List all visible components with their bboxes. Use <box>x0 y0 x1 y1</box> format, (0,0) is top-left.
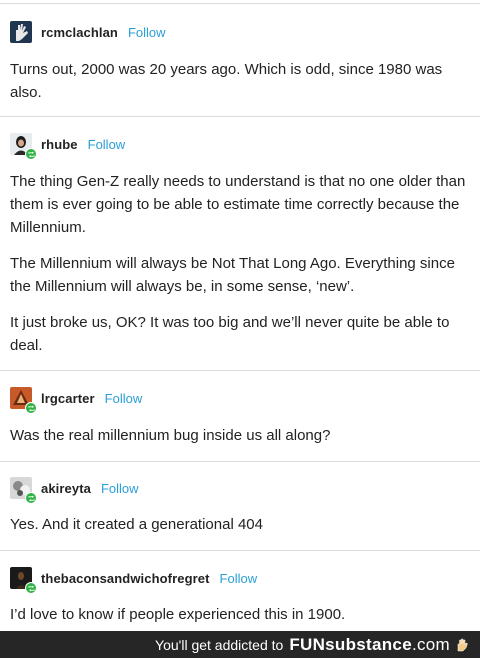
post-divider <box>0 461 480 462</box>
post-body: Was the real millennium bug inside us al… <box>10 424 470 447</box>
username[interactable]: akireyta <box>41 481 91 496</box>
follow-button[interactable]: Follow <box>105 391 143 406</box>
avatar[interactable] <box>10 387 37 414</box>
username[interactable]: lrgcarter <box>41 391 95 406</box>
brand-tld: .com <box>411 634 450 654</box>
post-header: rhube Follow <box>10 132 126 160</box>
footer-brand: FUNsubstance.com <box>289 635 450 655</box>
avatar[interactable] <box>10 567 37 594</box>
follow-button[interactable]: Follow <box>88 137 126 152</box>
reblog-icon <box>25 148 37 160</box>
post-header: lrgcarter Follow <box>10 386 143 414</box>
post-paragraph: The thing Gen-Z really needs to understa… <box>10 173 466 236</box>
reblog-icon <box>25 582 37 594</box>
post-divider <box>0 116 480 117</box>
post-body: The thing Gen-Z really needs to understa… <box>10 170 470 357</box>
brand-fun: FUN <box>289 634 326 654</box>
post-body: Turns out, 2000 was 20 years ago. Which … <box>10 58 470 104</box>
post-paragraph: Yes. And it created a generational 404 <box>10 516 263 533</box>
post-header: thebaconsandwichofregret Follow <box>10 566 258 594</box>
avatar[interactable] <box>10 21 32 43</box>
post-header: rcmclachlan Follow <box>10 20 166 44</box>
post-header: akireyta Follow <box>10 476 139 504</box>
post-divider <box>0 550 480 551</box>
post-body: Yes. And it created a generational 404 <box>10 513 470 536</box>
avatar[interactable] <box>10 133 37 160</box>
brand-rest: substance <box>325 634 412 654</box>
footer-tagline: You'll get addicted to <box>155 636 284 653</box>
follow-button[interactable]: Follow <box>101 481 139 496</box>
username[interactable]: rcmclachlan <box>41 25 118 40</box>
post-paragraph: It just broke us, OK? It was too big and… <box>10 314 450 354</box>
post-paragraph: The Millennium will always be Not That L… <box>10 255 455 295</box>
post-paragraph: I’d love to know if people experienced t… <box>10 606 346 623</box>
hand-icon <box>457 638 468 651</box>
follow-button[interactable]: Follow <box>128 25 166 40</box>
post-paragraph: Was the real millennium bug inside us al… <box>10 427 331 444</box>
username[interactable]: rhube <box>41 137 78 152</box>
reblog-icon <box>25 402 37 414</box>
username[interactable]: thebaconsandwichofregret <box>41 571 210 586</box>
post-paragraph: Turns out, 2000 was 20 years ago. Which … <box>10 61 443 101</box>
post-body: I’d love to know if people experienced t… <box>10 603 470 626</box>
reblog-icon <box>25 492 37 504</box>
avatar[interactable] <box>10 477 37 504</box>
site-footer: You'll get addicted to FUNsubstance.com <box>0 631 480 658</box>
post-divider <box>0 3 480 4</box>
post-divider <box>0 370 480 371</box>
follow-button[interactable]: Follow <box>220 571 258 586</box>
